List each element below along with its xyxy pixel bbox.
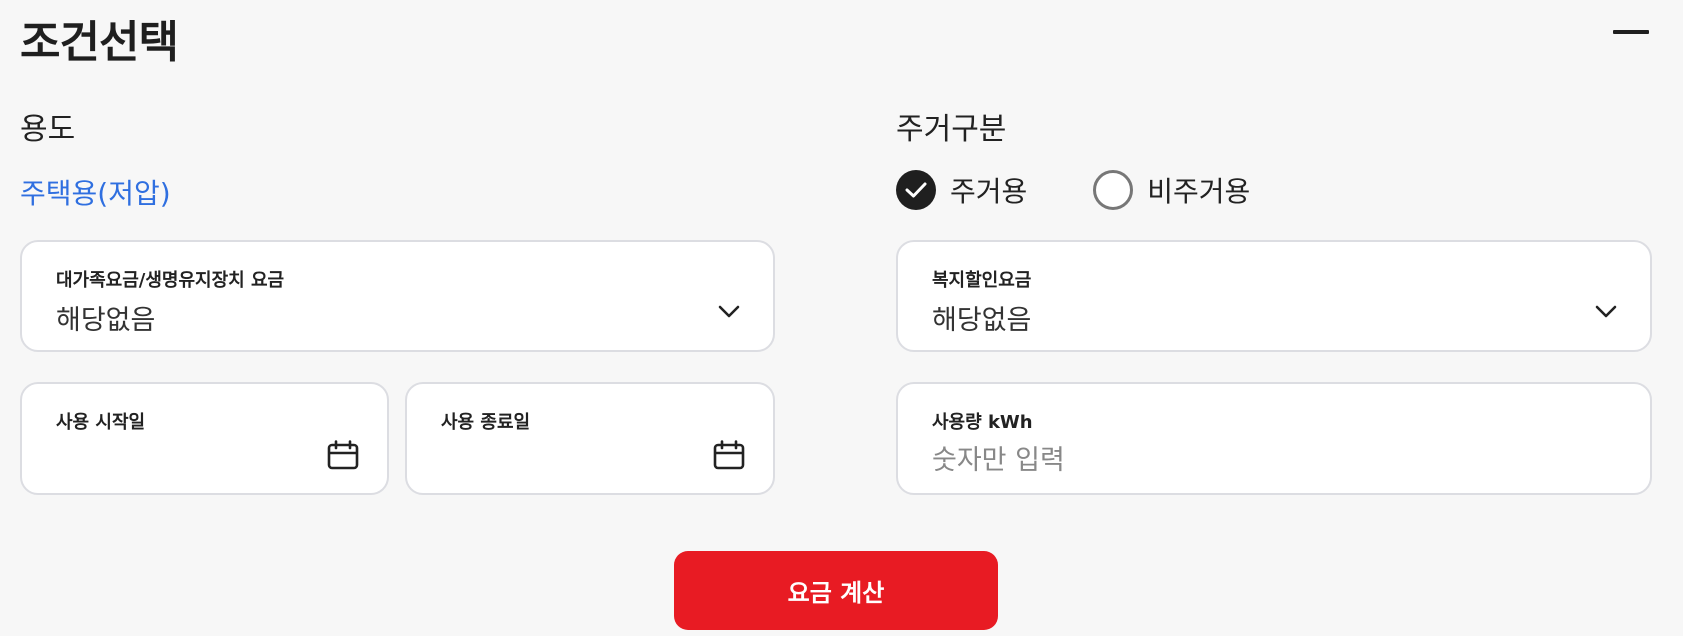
- radio-non-residential[interactable]: 비주거용: [1093, 170, 1250, 210]
- collapse-button[interactable]: [1612, 28, 1650, 36]
- page-title: 조건선택: [20, 17, 179, 68]
- residence-radio-group: 주거용 비주거용: [896, 170, 1316, 210]
- condition-panel: 조건선택 용도 주택용(저압) 주거구분 주거용 비주거용 대가족요금/생명유지…: [0, 0, 1683, 636]
- radio-non-residential-label: 비주거용: [1147, 175, 1251, 208]
- usage-label: 용도: [20, 112, 76, 147]
- radio-residential-label: 주거용: [950, 175, 1028, 208]
- welfare-select[interactable]: 복지할인요금 해당없음: [896, 240, 1652, 352]
- check-icon: [896, 170, 936, 210]
- calendar-icon: [327, 440, 359, 470]
- calendar-icon: [713, 440, 745, 470]
- consumption-field[interactable]: 사용량 kWh 숫자만 입력: [896, 382, 1652, 495]
- chevron-down-icon: [718, 305, 740, 318]
- minus-icon: [1613, 30, 1649, 34]
- end-date-field[interactable]: 사용 종료일: [405, 382, 775, 495]
- welfare-value: 해당없음: [932, 305, 1032, 336]
- residence-label: 주거구분: [896, 112, 1007, 147]
- welfare-label: 복지할인요금: [932, 270, 1032, 291]
- large-family-select[interactable]: 대가족요금/생명유지장치 요금 해당없음: [20, 240, 775, 352]
- calculate-button[interactable]: 요금 계산: [674, 551, 998, 630]
- radio-residential[interactable]: 주거용: [896, 170, 1027, 210]
- start-date-label: 사용 시작일: [56, 412, 146, 433]
- radio-empty-icon: [1093, 170, 1134, 210]
- end-date-label: 사용 종료일: [441, 412, 531, 433]
- large-family-value: 해당없음: [56, 305, 156, 336]
- consumption-label: 사용량 kWh: [932, 412, 1033, 433]
- consumption-input[interactable]: 숫자만 입력: [932, 438, 1065, 477]
- large-family-label: 대가족요금/생명유지장치 요금: [56, 270, 285, 291]
- chevron-down-icon: [1595, 305, 1617, 318]
- usage-value-link[interactable]: 주택용(저압): [20, 172, 171, 212]
- start-date-field[interactable]: 사용 시작일: [20, 382, 389, 495]
